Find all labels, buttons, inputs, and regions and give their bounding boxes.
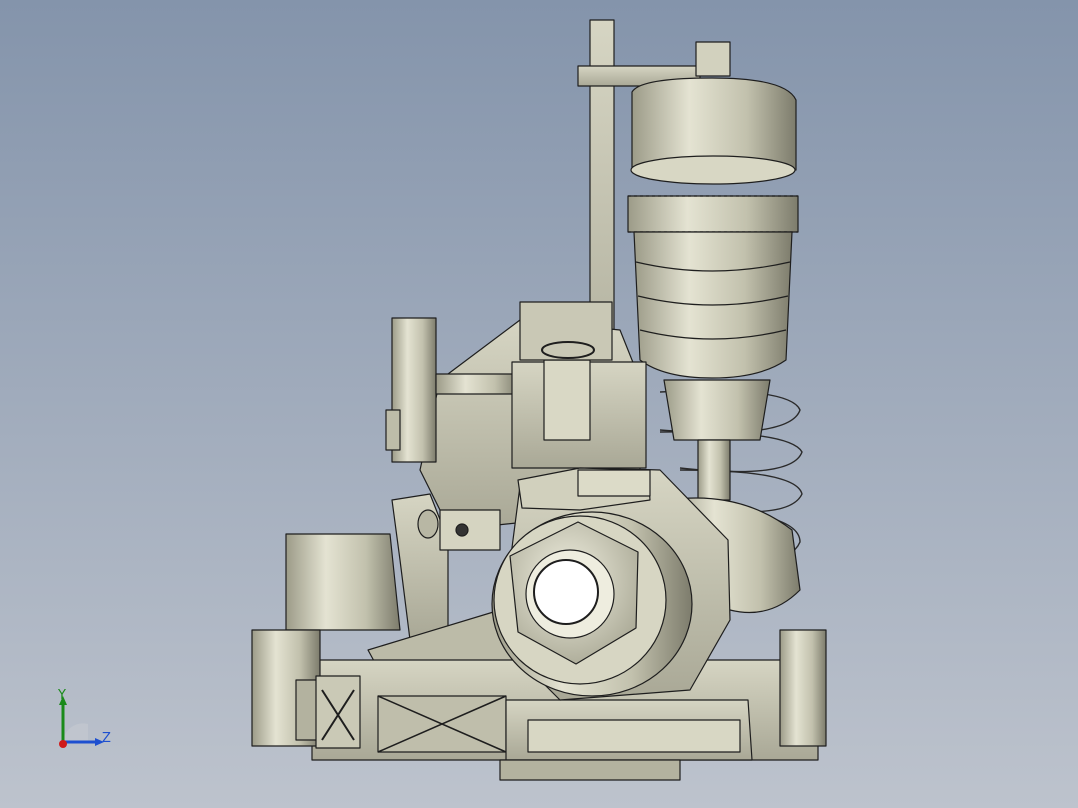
upper-clevis — [543, 359, 591, 441]
shock-lower-body — [663, 379, 771, 441]
coordinate-triad: Y Z — [40, 680, 130, 770]
right-end-block — [779, 629, 827, 747]
bottom-slot — [527, 719, 741, 753]
horizontal-shaft — [435, 373, 521, 395]
left-truss-node — [315, 675, 361, 749]
adjuster-ring — [627, 195, 799, 233]
triad-axes-icon — [59, 696, 104, 748]
motor-can — [285, 533, 401, 631]
upper-bracket — [519, 301, 613, 361]
y-axis-label: Y — [58, 688, 66, 703]
z-axis-label: Z — [102, 731, 111, 746]
cad-3d-viewport[interactable]: Y Z — [0, 0, 1078, 808]
damper-shaft — [697, 439, 731, 501]
pin — [439, 509, 501, 551]
top-cap-block — [695, 41, 731, 77]
suspension-assembly-model[interactable] — [0, 0, 1078, 808]
